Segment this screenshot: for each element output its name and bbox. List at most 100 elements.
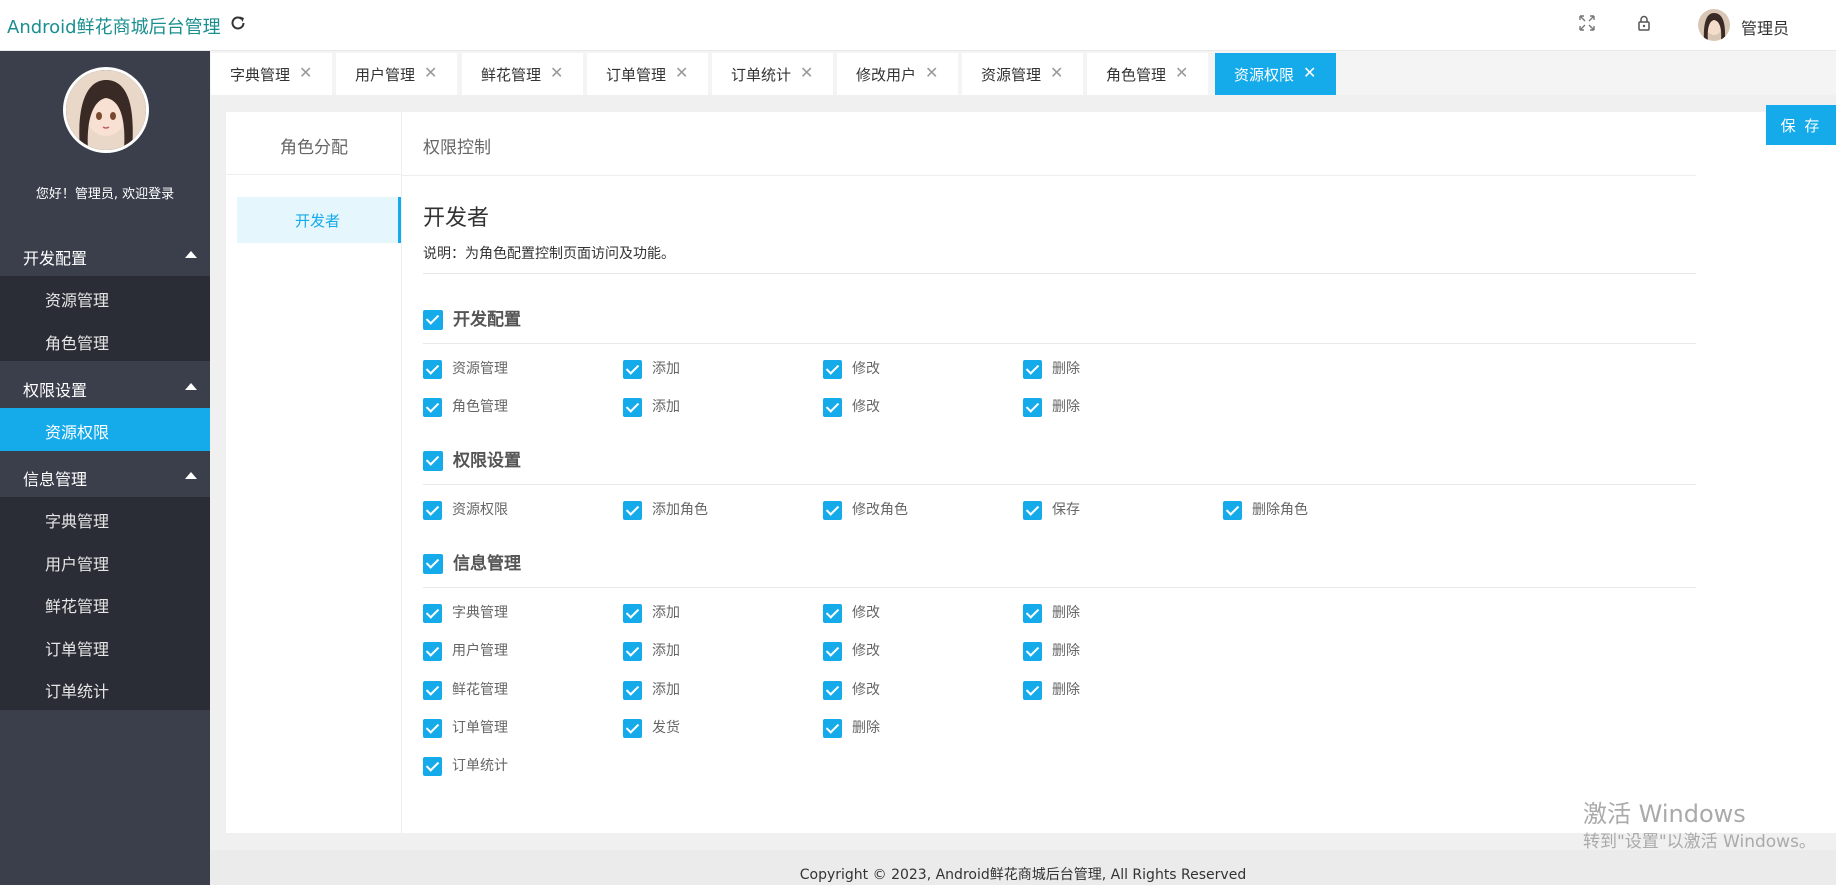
checkbox-checked-icon[interactable] <box>1023 359 1042 379</box>
checkbox-edit[interactable]: 修改 <box>823 640 880 661</box>
close-icon[interactable]: ✕ <box>675 63 688 82</box>
checkbox-checked-icon[interactable] <box>823 680 842 700</box>
user-name[interactable]: 管理员 <box>1741 15 1789 39</box>
checkbox-checked-icon[interactable] <box>823 397 842 417</box>
checkbox-add[interactable]: 添加 <box>623 358 680 379</box>
checkbox-dict-manage[interactable]: 字典管理 <box>423 602 508 623</box>
close-icon[interactable]: ✕ <box>424 63 437 82</box>
checkbox-checked-icon[interactable] <box>423 359 442 379</box>
sidebar-item-resource-manage[interactable]: 资源管理 <box>0 276 210 319</box>
tab-resource-permission[interactable]: 资源权限 ✕ <box>1215 53 1336 95</box>
checkbox-flower-manage[interactable]: 鲜花管理 <box>423 679 508 700</box>
checkbox-resource-manage[interactable]: 资源管理 <box>423 358 508 379</box>
tab-edit-user[interactable]: 修改用户 ✕ <box>837 53 958 95</box>
checkbox-order-stats[interactable]: 订单统计 <box>423 755 508 776</box>
checkbox-checked-icon[interactable] <box>423 680 442 700</box>
checkbox-checked-icon[interactable] <box>423 718 442 738</box>
tab-user-manage[interactable]: 用户管理 ✕ <box>336 53 457 95</box>
checkbox-checked-icon[interactable] <box>423 500 442 520</box>
checkbox-checked-icon[interactable] <box>1023 603 1042 623</box>
sidebar-group-info-manage[interactable]: 信息管理 <box>0 453 210 497</box>
checkbox-checked-icon[interactable] <box>423 310 443 330</box>
checkbox-edit[interactable]: 修改 <box>823 396 880 417</box>
role-item-developer[interactable]: 开发者 <box>237 197 401 243</box>
checkbox-edit[interactable]: 修改 <box>823 679 880 700</box>
close-icon[interactable]: ✕ <box>925 63 938 82</box>
close-icon[interactable]: ✕ <box>1303 63 1316 82</box>
checkbox-checked-icon[interactable] <box>823 603 842 623</box>
checkbox-checked-icon[interactable] <box>823 500 842 520</box>
checkbox-checked-icon[interactable] <box>623 500 642 520</box>
checkbox-checked-icon[interactable] <box>823 718 842 738</box>
checkbox-role-manage[interactable]: 角色管理 <box>423 396 508 417</box>
sidebar-group-dev-config[interactable]: 开发配置 <box>0 232 210 276</box>
checkbox-delete[interactable]: 删除 <box>1023 602 1080 623</box>
checkbox-checked-icon[interactable] <box>423 397 442 417</box>
checkbox-checked-icon[interactable] <box>623 680 642 700</box>
tab-order-stats[interactable]: 订单统计 ✕ <box>712 53 833 95</box>
checkbox-checked-icon[interactable] <box>623 359 642 379</box>
close-icon[interactable]: ✕ <box>800 63 813 82</box>
sidebar-item-resource-permission[interactable]: 资源权限 <box>0 408 210 451</box>
tab-order-manage[interactable]: 订单管理 ✕ <box>587 53 708 95</box>
sidebar-item-flower-manage[interactable]: 鲜花管理 <box>0 582 210 625</box>
checkbox-checked-icon[interactable] <box>623 397 642 417</box>
refresh-icon[interactable] <box>228 13 248 33</box>
checkbox-order-manage[interactable]: 订单管理 <box>423 717 508 738</box>
checkbox-checked-icon[interactable] <box>423 756 442 776</box>
lock-icon[interactable] <box>1635 14 1653 32</box>
checkbox-edit[interactable]: 修改 <box>823 602 880 623</box>
checkbox-checked-icon[interactable] <box>423 451 443 471</box>
checkbox-checked-icon[interactable] <box>623 718 642 738</box>
tab-dict-manage[interactable]: 字典管理 ✕ <box>211 53 332 95</box>
tab-resource-manage[interactable]: 资源管理 ✕ <box>962 53 1083 95</box>
checkbox-checked-icon[interactable] <box>1023 641 1042 661</box>
fullscreen-icon[interactable] <box>1578 14 1596 32</box>
checkbox-delete[interactable]: 删除 <box>1023 640 1080 661</box>
checkbox-add[interactable]: 添加 <box>623 640 680 661</box>
checkbox-edit-role[interactable]: 修改角色 <box>823 499 908 520</box>
close-icon[interactable]: ✕ <box>1050 63 1063 82</box>
checkbox-delete[interactable]: 删除 <box>1023 679 1080 700</box>
checkbox-checked-icon[interactable] <box>823 641 842 661</box>
checkbox-checked-icon[interactable] <box>623 641 642 661</box>
save-button[interactable]: 保 存 <box>1766 105 1836 145</box>
checkbox-checked-icon[interactable] <box>423 641 442 661</box>
checkbox-checked-icon[interactable] <box>423 603 442 623</box>
checkbox-resource-permission[interactable]: 资源权限 <box>423 499 508 520</box>
checkbox-edit[interactable]: 修改 <box>823 358 880 379</box>
checkbox-ship[interactable]: 发货 <box>623 717 680 738</box>
checkbox-save[interactable]: 保存 <box>1023 499 1080 520</box>
checkbox-delete[interactable]: 删除 <box>1023 396 1080 417</box>
sidebar-item-role-manage[interactable]: 角色管理 <box>0 319 210 362</box>
checkbox-checked-icon[interactable] <box>1223 500 1242 520</box>
checkbox-add-role[interactable]: 添加角色 <box>623 499 708 520</box>
sidebar-item-user-manage[interactable]: 用户管理 <box>0 540 210 583</box>
user-avatar[interactable] <box>1698 9 1730 41</box>
sidebar-item-dict-manage[interactable]: 字典管理 <box>0 497 210 540</box>
close-icon[interactable]: ✕ <box>1175 63 1188 82</box>
checkbox-checked-icon[interactable] <box>1023 500 1042 520</box>
group-checkbox-info-manage[interactable]: 信息管理 <box>423 549 521 574</box>
close-icon[interactable]: ✕ <box>299 63 312 82</box>
checkbox-delete[interactable]: 删除 <box>823 717 880 738</box>
tab-flower-manage[interactable]: 鲜花管理 ✕ <box>462 53 583 95</box>
app-title[interactable]: Android鲜花商城后台管理 <box>7 13 221 39</box>
checkbox-checked-icon[interactable] <box>1023 680 1042 700</box>
sidebar-item-order-manage[interactable]: 订单管理 <box>0 625 210 668</box>
checkbox-add[interactable]: 添加 <box>623 396 680 417</box>
checkbox-delete[interactable]: 删除 <box>1023 358 1080 379</box>
checkbox-checked-icon[interactable] <box>823 359 842 379</box>
sidebar-group-permission[interactable]: 权限设置 <box>0 364 210 408</box>
checkbox-user-manage[interactable]: 用户管理 <box>423 640 508 661</box>
group-checkbox-dev-config[interactable]: 开发配置 <box>423 305 521 330</box>
checkbox-checked-icon[interactable] <box>423 554 443 574</box>
checkbox-checked-icon[interactable] <box>623 603 642 623</box>
sidebar-item-order-stats[interactable]: 订单统计 <box>0 667 210 710</box>
checkbox-add[interactable]: 添加 <box>623 602 680 623</box>
checkbox-add[interactable]: 添加 <box>623 679 680 700</box>
tab-role-manage[interactable]: 角色管理 ✕ <box>1087 53 1208 95</box>
group-checkbox-permission[interactable]: 权限设置 <box>423 446 521 471</box>
checkbox-delete-role[interactable]: 删除角色 <box>1223 499 1308 520</box>
close-icon[interactable]: ✕ <box>550 63 563 82</box>
